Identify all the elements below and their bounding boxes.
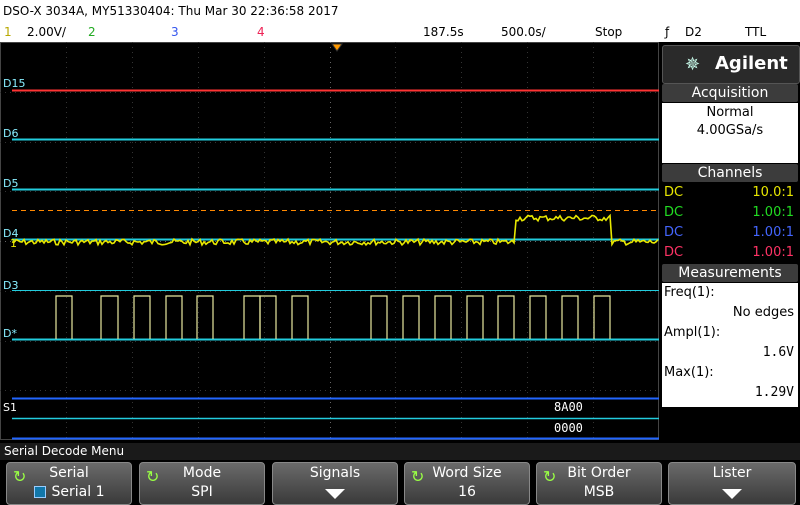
- waveform-display[interactable]: D15 D6 D5 D4 1 D3 D* S1 8A00 0000: [0, 42, 659, 440]
- ch4-number[interactable]: 4: [257, 22, 265, 42]
- channels-panel: DC 10.0:1 DC 1.00:1 DC 1.00:1 DC 1.00:1: [662, 183, 798, 263]
- submenu-arrow-icon: [325, 489, 345, 499]
- softkey-value: Serial 1: [7, 484, 131, 500]
- brand-name: Agilent: [715, 53, 788, 74]
- acquisition-mode: Normal: [706, 105, 754, 120]
- measurements-panel: Freq(1): No edges Ampl(1): 1.6V Max(1): …: [662, 283, 798, 407]
- run-state[interactable]: Stop: [595, 22, 622, 42]
- trigger-edge-icon: ƒ: [665, 25, 670, 39]
- ch1-number[interactable]: 1: [4, 22, 12, 42]
- channel-ratio: 1.00:1: [752, 205, 794, 220]
- ch2-number[interactable]: 2: [88, 22, 96, 42]
- measurement-value: 1.6V: [762, 345, 794, 360]
- menu-title-bar: Serial Decode Menu: [0, 443, 800, 460]
- channel-coupling: DC: [664, 225, 684, 240]
- softkey-value: MSB: [583, 484, 615, 500]
- softkey-label: Serial: [49, 465, 89, 481]
- spi-clock-pulse: [561, 295, 579, 339]
- trigger-position-icon: [331, 43, 343, 52]
- spi-clock-pulse: [55, 295, 73, 339]
- checkbox-icon: [33, 486, 46, 498]
- spi-clock-pulse: [196, 295, 214, 339]
- channel-row-4[interactable]: DC 1.00:1: [662, 243, 798, 263]
- spi-clock-pulse: [402, 295, 420, 339]
- status-bar: 1 2.00V/ 2 3 4 187.5s 500.0s/ Stop ƒ D2 …: [0, 22, 800, 42]
- menu-title: Serial Decode Menu: [4, 444, 125, 458]
- measurement-name: Max(1):: [664, 365, 714, 380]
- label-d15: D15: [3, 77, 26, 90]
- ch1-scale[interactable]: 2.00V/: [27, 22, 66, 42]
- spi-clock-pulse: [370, 295, 388, 339]
- acquisition-rate: 4.00GSa/s: [696, 123, 764, 138]
- spi-clock-pulse: [466, 295, 484, 339]
- spi-clock-pulse: [133, 295, 151, 339]
- measurement-value: 1.29V: [754, 385, 794, 400]
- lister-softkey[interactable]: Lister: [668, 462, 796, 505]
- mode-softkey[interactable]: ↻ Mode SPI: [139, 462, 265, 505]
- spi-clock-pulse: [259, 295, 277, 339]
- spi-clock-pulse: [100, 295, 119, 339]
- softkey-label: Mode: [182, 465, 222, 481]
- softkey-label: Signals: [309, 465, 361, 481]
- decode-value-mosi: 8A00: [554, 400, 583, 414]
- trigger-source[interactable]: D2: [685, 22, 702, 42]
- spi-clock-pulse: [497, 295, 515, 339]
- waveform-svg: [0, 42, 659, 440]
- channel-coupling: DC: [664, 205, 684, 220]
- softkey-label: Bit Order: [567, 465, 631, 481]
- spi-clock-pulse: [529, 295, 547, 339]
- label-d3: D3: [3, 279, 19, 292]
- submenu-arrow-icon: [722, 489, 742, 499]
- label-dstar: D*: [3, 327, 17, 340]
- ch3-number[interactable]: 3: [171, 22, 179, 42]
- channel-row-2[interactable]: DC 1.00:1: [662, 203, 798, 223]
- softkey-value: SPI: [191, 484, 213, 500]
- signals-softkey[interactable]: Signals: [272, 462, 398, 505]
- time-delay[interactable]: 187.5s: [423, 22, 464, 42]
- softkey-value: 16: [458, 484, 476, 500]
- spi-clock-pulse: [434, 295, 452, 339]
- spi-clock-pulse: [165, 295, 183, 339]
- channel-ratio: 1.00:1: [752, 225, 794, 240]
- measurements-header[interactable]: Measurements: [662, 264, 798, 282]
- window-title: DSO-X 3034A, MY51330404: Thu Mar 30 22:3…: [3, 4, 339, 18]
- label-d6: D6: [3, 127, 19, 140]
- spi-clock-pulse: [593, 295, 611, 339]
- serial-softkey[interactable]: ↻ Serial Serial 1: [6, 462, 132, 505]
- acquisition-header[interactable]: Acquisition: [662, 84, 798, 102]
- channel-row-1[interactable]: DC 10.0:1: [662, 183, 798, 203]
- spi-clock-pulse: [243, 295, 261, 339]
- channel-row-3[interactable]: DC 1.00:1: [662, 223, 798, 243]
- softkey-label: Lister: [712, 465, 752, 481]
- measurement-name: Ampl(1):: [664, 325, 721, 340]
- measurement-name: Freq(1):: [664, 285, 715, 300]
- label-s1: S1: [3, 401, 17, 414]
- channel-coupling: DC: [664, 185, 684, 200]
- channel-coupling: DC: [664, 245, 684, 260]
- spi-clock-pulse: [291, 295, 309, 339]
- label-d5: D5: [3, 177, 19, 190]
- channels-header[interactable]: Channels: [662, 164, 798, 182]
- channel-ratio: 10.0:1: [752, 185, 794, 200]
- agilent-logo: ✵ Agilent: [662, 45, 800, 84]
- title-bar: DSO-X 3034A, MY51330404: Thu Mar 30 22:3…: [0, 0, 800, 22]
- bit-order-softkey[interactable]: ↻ Bit Order MSB: [536, 462, 662, 505]
- softkey-label: Word Size: [432, 465, 502, 481]
- decode-value-miso: 0000: [554, 421, 583, 435]
- ch1-ground-marker[interactable]: 1: [10, 238, 17, 249]
- agilent-spark-icon: ✵: [685, 54, 701, 75]
- channel-ratio: 1.00:1: [752, 245, 794, 260]
- acquisition-panel: Normal 4.00GSa/s: [662, 103, 798, 163]
- measurement-value: No edges: [732, 305, 794, 320]
- trigger-level[interactable]: TTL: [745, 22, 766, 42]
- time-scale[interactable]: 500.0s/: [501, 22, 546, 42]
- word-size-softkey[interactable]: ↻ Word Size 16: [404, 462, 530, 505]
